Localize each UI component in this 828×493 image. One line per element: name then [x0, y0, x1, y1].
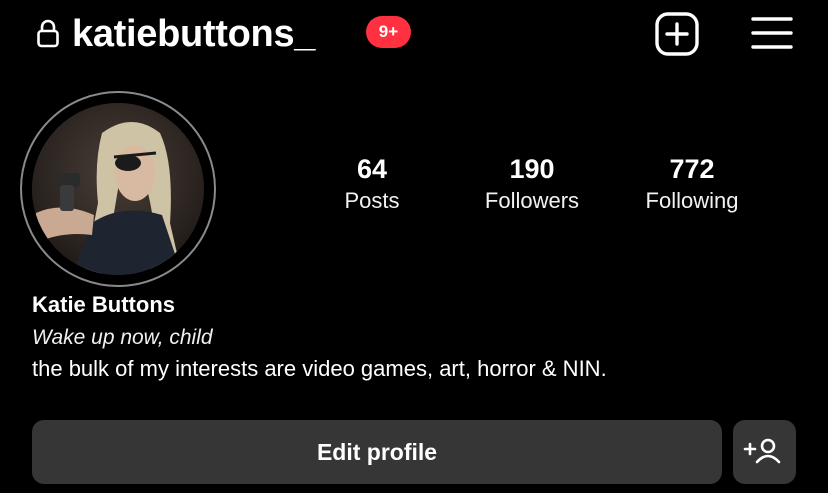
lock-icon	[37, 19, 59, 48]
posts-count: 64	[356, 154, 388, 184]
edit-profile-button[interactable]: Edit profile	[32, 420, 722, 484]
discover-people-button[interactable]	[733, 420, 796, 484]
posts-stat[interactable]: 64 Posts	[302, 152, 442, 216]
following-count: 772	[669, 154, 715, 184]
notification-badge[interactable]: 9+	[366, 16, 411, 48]
hamburger-menu-icon	[751, 17, 793, 49]
followers-stat[interactable]: 190 Followers	[462, 152, 602, 216]
posts-label: Posts	[344, 188, 400, 213]
followers-count: 190	[509, 154, 555, 184]
top-bar: katiebuttons_ 9+	[0, 0, 828, 70]
followers-label: Followers	[484, 188, 580, 213]
plus-square-icon	[655, 12, 699, 56]
following-label: Following	[645, 188, 739, 213]
menu-button[interactable]	[750, 14, 794, 54]
bio-text: the bulk of my interests are video games…	[32, 356, 607, 381]
following-stat[interactable]: 772 Following	[622, 152, 762, 216]
add-person-icon	[743, 438, 781, 464]
pronoun-line: Wake up now, child	[32, 326, 213, 349]
display-name: Katie Buttons	[32, 292, 175, 317]
username-switcher[interactable]: katiebuttons_	[72, 12, 315, 56]
avatar-photo	[32, 103, 204, 275]
create-post-button[interactable]	[654, 12, 700, 56]
avatar[interactable]	[32, 103, 204, 275]
